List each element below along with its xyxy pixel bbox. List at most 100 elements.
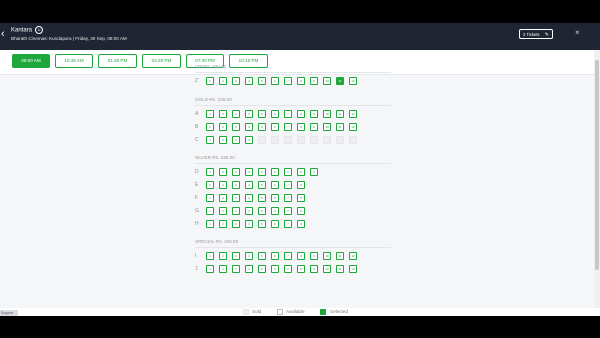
seat[interactable]: 2	[219, 181, 227, 189]
back-icon[interactable]: ‹	[1, 29, 5, 40]
seat[interactable]: 5	[258, 168, 266, 176]
seat[interactable]: 5	[258, 110, 266, 118]
seat[interactable]: 8	[297, 77, 305, 85]
support-tab[interactable]: Support	[0, 310, 18, 316]
seat[interactable]: 5	[258, 265, 266, 273]
seat[interactable]: 8	[297, 220, 305, 228]
seat[interactable]: 5	[258, 194, 266, 202]
close-icon[interactable]: ×	[575, 28, 580, 37]
seat[interactable]: 8	[297, 123, 305, 131]
seat[interactable]: 6	[271, 77, 279, 85]
seat[interactable]: 8	[297, 168, 305, 176]
seat[interactable]: 12	[349, 110, 357, 118]
seat[interactable]: 8	[297, 110, 305, 118]
showtime-button[interactable]: 10:15 PM	[229, 54, 268, 68]
ticket-count-button[interactable]: 2 Tickets ✎	[519, 29, 553, 39]
showtime-button[interactable]: 10:45 AM	[55, 54, 93, 68]
seat[interactable]: 6	[271, 123, 279, 131]
seat[interactable]: 1	[206, 110, 214, 118]
seat[interactable]: 4	[245, 207, 253, 215]
seat[interactable]: 12	[349, 77, 357, 85]
seat[interactable]: 5	[258, 207, 266, 215]
seat[interactable]: 10	[323, 110, 331, 118]
seat[interactable]: 1	[206, 136, 214, 144]
showtime-button[interactable]: 01:30 PM	[98, 54, 137, 68]
seat[interactable]: 4	[245, 220, 253, 228]
seat[interactable]: 4	[245, 265, 253, 273]
seat[interactable]: 5	[258, 252, 266, 260]
seat[interactable]: 2	[219, 265, 227, 273]
seat[interactable]: 2	[219, 194, 227, 202]
seat[interactable]: 11	[336, 265, 344, 273]
seat[interactable]: 9	[310, 123, 318, 131]
seat[interactable]: 7	[284, 207, 292, 215]
seat[interactable]: 10	[323, 77, 331, 85]
seat[interactable]: 3	[232, 265, 240, 273]
seat[interactable]: 11	[336, 252, 344, 260]
seat[interactable]: 3	[232, 181, 240, 189]
seat[interactable]: 1	[206, 207, 214, 215]
seat[interactable]: 6	[271, 207, 279, 215]
seat[interactable]: 4	[245, 110, 253, 118]
seat[interactable]: 2	[219, 252, 227, 260]
seat[interactable]: 5	[258, 181, 266, 189]
showtime-button[interactable]: 08:00 AM	[12, 54, 50, 68]
seat[interactable]: 10	[323, 265, 331, 273]
seat[interactable]: 6	[271, 194, 279, 202]
seat[interactable]: 1	[206, 181, 214, 189]
seat[interactable]: 6	[271, 110, 279, 118]
seat[interactable]: 3	[232, 77, 240, 85]
seat[interactable]: 7	[284, 181, 292, 189]
seat[interactable]: 3	[232, 123, 240, 131]
seat[interactable]: 7	[284, 168, 292, 176]
seat[interactable]: 5	[258, 123, 266, 131]
seat[interactable]: 4	[245, 252, 253, 260]
seat[interactable]: 8	[297, 207, 305, 215]
seat[interactable]: 1	[206, 77, 214, 85]
seat[interactable]: 8	[297, 181, 305, 189]
seat[interactable]: 3	[232, 194, 240, 202]
seat[interactable]: 10	[323, 252, 331, 260]
seat[interactable]: 9	[310, 110, 318, 118]
seat[interactable]: 7	[284, 220, 292, 228]
seat[interactable]: 3	[232, 252, 240, 260]
seat[interactable]: 2	[219, 77, 227, 85]
seat[interactable]: 12	[349, 252, 357, 260]
seat[interactable]: 7	[284, 252, 292, 260]
seat[interactable]: 3	[232, 136, 240, 144]
seat[interactable]: 2	[219, 168, 227, 176]
seat[interactable]: 12	[349, 265, 357, 273]
seat[interactable]: 7	[284, 265, 292, 273]
seat[interactable]: 7	[284, 194, 292, 202]
seat[interactable]: 3	[232, 207, 240, 215]
seat[interactable]: 4	[245, 194, 253, 202]
seat[interactable]: 1	[206, 265, 214, 273]
seat[interactable]: 11	[336, 77, 344, 85]
seat[interactable]: 8	[297, 265, 305, 273]
seat[interactable]: 8	[297, 252, 305, 260]
seat[interactable]: 1	[206, 194, 214, 202]
seat[interactable]: 7	[284, 110, 292, 118]
seat[interactable]: 2	[219, 136, 227, 144]
seat[interactable]: 12	[349, 123, 357, 131]
seat[interactable]: 4	[245, 123, 253, 131]
seat[interactable]: 8	[297, 194, 305, 202]
seat[interactable]: 11	[336, 110, 344, 118]
seat[interactable]: 6	[271, 168, 279, 176]
seat[interactable]: 2	[219, 110, 227, 118]
seat[interactable]: 5	[258, 220, 266, 228]
seat[interactable]: 3	[232, 220, 240, 228]
seat[interactable]: 4	[245, 181, 253, 189]
seat[interactable]: 9	[310, 265, 318, 273]
seat[interactable]: 1	[206, 252, 214, 260]
seat[interactable]: 2	[219, 207, 227, 215]
seat[interactable]: 6	[271, 265, 279, 273]
seat[interactable]: 2	[219, 123, 227, 131]
seat[interactable]: 10	[323, 123, 331, 131]
seat[interactable]: 9	[310, 252, 318, 260]
seat[interactable]: 7	[284, 77, 292, 85]
seat[interactable]: 6	[271, 181, 279, 189]
seat[interactable]: 1	[206, 168, 214, 176]
seat[interactable]: 11	[336, 123, 344, 131]
showtime-button[interactable]: 04:20 PM	[142, 54, 181, 68]
